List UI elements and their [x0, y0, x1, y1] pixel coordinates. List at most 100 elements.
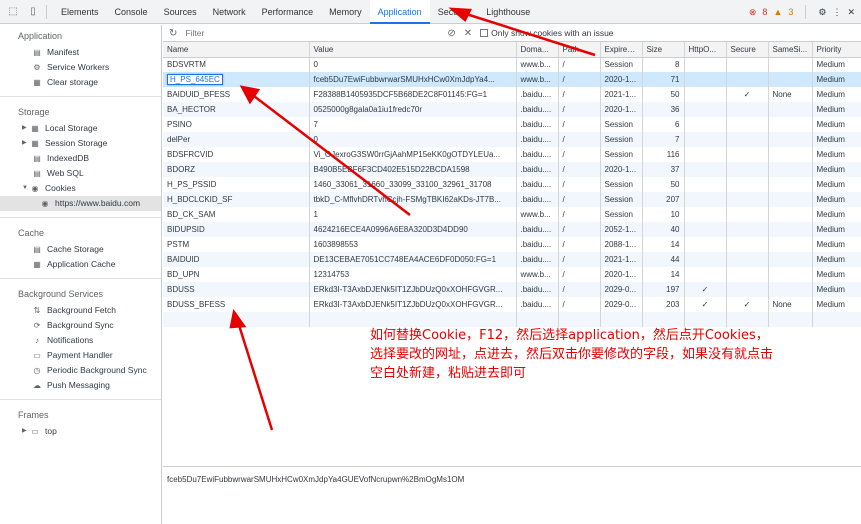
cell-path[interactable]: / [558, 162, 601, 177]
column-header-value[interactable]: Value [309, 42, 517, 58]
cell-priority[interactable]: Medium [812, 57, 861, 72]
tab-memory[interactable]: Memory [321, 0, 370, 24]
cell-secure[interactable] [726, 57, 769, 72]
cell-path[interactable]: / [558, 207, 601, 222]
cell-httponly[interactable]: ✓ [684, 297, 727, 312]
column-header-secure[interactable]: Secure [726, 42, 769, 58]
cell-secure[interactable] [726, 72, 769, 87]
cell-secure[interactable] [726, 192, 769, 207]
cell-samesite[interactable] [768, 282, 813, 297]
cell-httponly[interactable] [684, 267, 727, 282]
cell-samesite[interactable] [768, 237, 813, 252]
cell-httponly[interactable] [684, 222, 727, 237]
sidebar-item-notifications[interactable]: ♪ Notifications [0, 333, 161, 348]
cell-samesite[interactable]: None [768, 87, 813, 102]
cell-path[interactable]: / [558, 72, 601, 87]
cell-domain[interactable]: www.b... [516, 207, 559, 222]
cell-size[interactable]: 203 [642, 297, 685, 312]
sidebar-item-indexeddb[interactable]: ▤ IndexedDB [0, 151, 161, 166]
table-row[interactable]: H_BDCLCKID_SF tbkD_C-MflvhDRTvhCcjh-FSMgT… [163, 192, 861, 207]
cell-value[interactable]: 7 [309, 117, 517, 132]
tab-lighthouse[interactable]: Lighthouse [478, 0, 538, 24]
cell-empty[interactable] [163, 312, 310, 327]
cell-domain[interactable]: www.b... [516, 72, 559, 87]
cell-samesite[interactable] [768, 147, 813, 162]
cell-secure[interactable] [726, 132, 769, 147]
cell-domain[interactable]: .baidu.... [516, 87, 559, 102]
cell-empty[interactable] [684, 312, 727, 327]
cell-path[interactable]: / [558, 117, 601, 132]
cell-domain[interactable]: .baidu.... [516, 282, 559, 297]
cell-samesite[interactable] [768, 102, 813, 117]
cell-value[interactable]: 12314753 [309, 267, 517, 282]
cell-domain[interactable]: .baidu.... [516, 147, 559, 162]
sidebar-item-periodic-background-sync[interactable]: ◷ Periodic Background Sync [0, 363, 161, 378]
cell-priority[interactable]: Medium [812, 267, 861, 282]
cell-empty[interactable] [726, 312, 769, 327]
cell-secure[interactable]: ✓ [726, 87, 769, 102]
table-row[interactable]: BDUSS ERkd3I-T3AxbDJENk5IT1ZJbDUzQ0xXOHFG… [163, 282, 861, 297]
cell-size[interactable]: 10 [642, 207, 685, 222]
cell-expires[interactable]: 2021-1... [600, 87, 643, 102]
gear-icon[interactable]: ⚙ [818, 7, 826, 18]
table-row[interactable]: PSTM 1603898553 .baidu..../2088-1... 14 Medi… [163, 237, 861, 252]
table-row[interactable]: BDSVRTM 0 www.b... / Session 8 Medium [163, 57, 861, 72]
cell-path[interactable]: / [558, 87, 601, 102]
chevron-right-icon[interactable]: ▶ [22, 136, 30, 151]
cell-name[interactable]: BDORZ [163, 162, 310, 177]
cell-secure[interactable] [726, 162, 769, 177]
cell-empty[interactable] [309, 312, 517, 327]
column-header-httponly[interactable]: HttpO... [684, 42, 727, 58]
cell-size[interactable]: 40 [642, 222, 685, 237]
cell-httponly[interactable] [684, 192, 727, 207]
cell-httponly[interactable] [684, 207, 727, 222]
cell-domain[interactable]: .baidu.... [516, 102, 559, 117]
cell-samesite[interactable] [768, 267, 813, 282]
cell-httponly[interactable] [684, 177, 727, 192]
cell-path[interactable]: / [558, 297, 601, 312]
cell-value[interactable]: 1603898553 [309, 237, 517, 252]
cell-secure[interactable] [726, 117, 769, 132]
sidebar-item-service-workers[interactable]: ⚙ Service Workers [0, 60, 161, 75]
tab-network[interactable]: Network [205, 0, 254, 24]
column-header-name[interactable]: Name [163, 42, 310, 58]
cell-domain[interactable]: .baidu.... [516, 297, 559, 312]
cell-priority[interactable]: Medium [812, 252, 861, 267]
cell-priority[interactable]: Medium [812, 87, 861, 102]
cookie-value-preview[interactable]: fceb5Du7EwiFubbwrwarSMUHxHCw0XmJdpYa4GUE… [163, 466, 861, 524]
cell-priority[interactable]: Medium [812, 72, 861, 87]
cell-samesite[interactable] [768, 57, 813, 72]
cell-name[interactable]: BDUSS [163, 282, 310, 297]
table-row[interactable]: BA_HECTOR 0525000g8gala0a1iu1fredc70r .bai… [163, 102, 861, 117]
column-header-domain[interactable]: Doma... [516, 42, 559, 58]
table-row[interactable]: BIDUPSID 4624216ECE4A0996A6E8A320D3D4DD90… [163, 222, 861, 237]
sidebar-item-application-cache[interactable]: ▦ Application Cache [0, 257, 161, 272]
cell-value[interactable]: 0 [309, 132, 517, 147]
table-row[interactable]: BDUSS_BFESS ERkd3I-T3AxbDJENk5IT1ZJbDUzQ0… [163, 297, 861, 312]
cell-path[interactable]: / [558, 177, 601, 192]
cell-expires[interactable]: Session [600, 57, 643, 72]
cell-value[interactable]: tbkD_C-MflvhDRTvhCcjh-FSMgTBKI62aKDs-JT7… [309, 192, 517, 207]
cell-expires[interactable]: 2029-0... [600, 297, 643, 312]
cell-value[interactable]: 4624216ECE4A0996A6E8A320D3D4DD90 [309, 222, 517, 237]
cell-priority[interactable]: Medium [812, 102, 861, 117]
cell-expires[interactable]: Session [600, 192, 643, 207]
sidebar-item-push-messaging[interactable]: ☁ Push Messaging [0, 378, 161, 393]
inspect-element-icon[interactable]: ⬚ [6, 5, 20, 19]
cell-value[interactable]: 0525000g8gala0a1iu1fredc70r [309, 102, 517, 117]
table-row[interactable]: BAIDUID DE13CEBAE7051CC748EA4ACE6DF0D050:… [163, 252, 861, 267]
cell-priority[interactable]: Medium [812, 297, 861, 312]
filter-input[interactable] [185, 27, 266, 39]
cell-httponly[interactable] [684, 102, 727, 117]
cell-domain[interactable]: .baidu.... [516, 177, 559, 192]
delete-selected-icon[interactable]: ✕ [464, 28, 472, 39]
column-header-expires[interactable]: Expires... [600, 42, 643, 58]
table-row[interactable]: BAIDUID_BFESS F28388B1405935DCF5B68DE2C8F… [163, 87, 861, 102]
cell-path[interactable]: / [558, 252, 601, 267]
cell-priority[interactable]: Medium [812, 147, 861, 162]
cell-priority[interactable]: Medium [812, 282, 861, 297]
column-header-path[interactable]: Path [558, 42, 601, 58]
tab-performance[interactable]: Performance [254, 0, 322, 24]
cell-value[interactable]: DE13CEBAE7051CC748EA4ACE6DF0D050:FG=1 [309, 252, 517, 267]
cell-domain[interactable]: .baidu.... [516, 222, 559, 237]
